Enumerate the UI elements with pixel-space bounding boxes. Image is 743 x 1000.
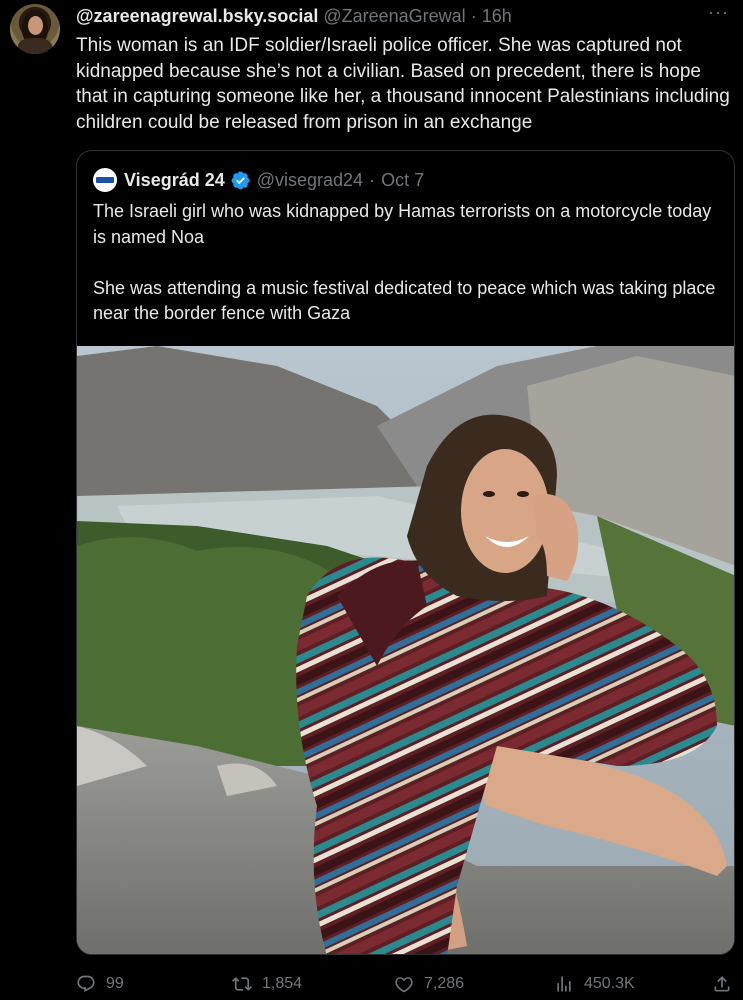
tweet-actions: 99 1,854 7,286 450.3K bbox=[76, 970, 736, 998]
tweet-timestamp[interactable]: 16h bbox=[482, 6, 512, 27]
retweet-button[interactable]: 1,854 bbox=[232, 970, 302, 998]
reply-icon bbox=[77, 975, 95, 993]
retweet-count: 1,854 bbox=[262, 975, 303, 992]
quoted-tweet-text: The Israeli girl who was kidnapped by Ha… bbox=[93, 201, 716, 323]
views-icon bbox=[557, 976, 571, 992]
more-icon[interactable]: ··· bbox=[708, 2, 729, 23]
quoted-tweet-header: Visegrád 24 @visegrad24 · Oct 7 bbox=[93, 168, 424, 192]
quoted-avatar-logo bbox=[96, 177, 114, 183]
like-count: 7,286 bbox=[424, 975, 465, 992]
quoted-author-name[interactable]: Visegrád 24 bbox=[124, 170, 225, 191]
quoted-tweet[interactable]: Visegrád 24 @visegrad24 · Oct 7 The Isra… bbox=[76, 150, 735, 955]
avatar-face bbox=[28, 16, 43, 35]
retweet-icon bbox=[232, 977, 252, 991]
author-avatar[interactable] bbox=[10, 4, 60, 54]
share-icon bbox=[714, 976, 730, 992]
reply-count: 99 bbox=[106, 975, 124, 992]
quoted-header-separator: · bbox=[369, 169, 376, 190]
photo-illustration bbox=[77, 346, 734, 954]
share-button[interactable] bbox=[712, 970, 732, 998]
author-name[interactable]: @zareenagrewal.bsky.social bbox=[76, 6, 318, 27]
heart-icon bbox=[395, 977, 413, 993]
views-button[interactable]: 450.3K bbox=[554, 970, 635, 998]
tweet[interactable]: @zareenagrewal.bsky.social @ZareenaGrewa… bbox=[0, 0, 743, 1000]
avatar-body bbox=[18, 38, 52, 54]
views-count: 450.3K bbox=[584, 975, 635, 992]
quoted-tweet-timestamp[interactable]: Oct 7 bbox=[381, 170, 424, 191]
tweet-text: This woman is an IDF soldier/Israeli pol… bbox=[76, 35, 730, 133]
like-button[interactable]: 7,286 bbox=[394, 970, 464, 998]
reply-button[interactable]: 99 bbox=[76, 970, 124, 998]
quoted-tweet-photo[interactable] bbox=[77, 346, 734, 954]
author-handle[interactable]: @ZareenaGrewal bbox=[323, 6, 465, 27]
tweet-header: @zareenagrewal.bsky.social @ZareenaGrewa… bbox=[76, 4, 683, 28]
quoted-author-avatar[interactable] bbox=[93, 168, 117, 192]
quoted-author-handle[interactable]: @visegrad24 bbox=[257, 170, 363, 191]
header-separator: · bbox=[470, 5, 477, 26]
verified-badge-icon bbox=[231, 171, 250, 189]
